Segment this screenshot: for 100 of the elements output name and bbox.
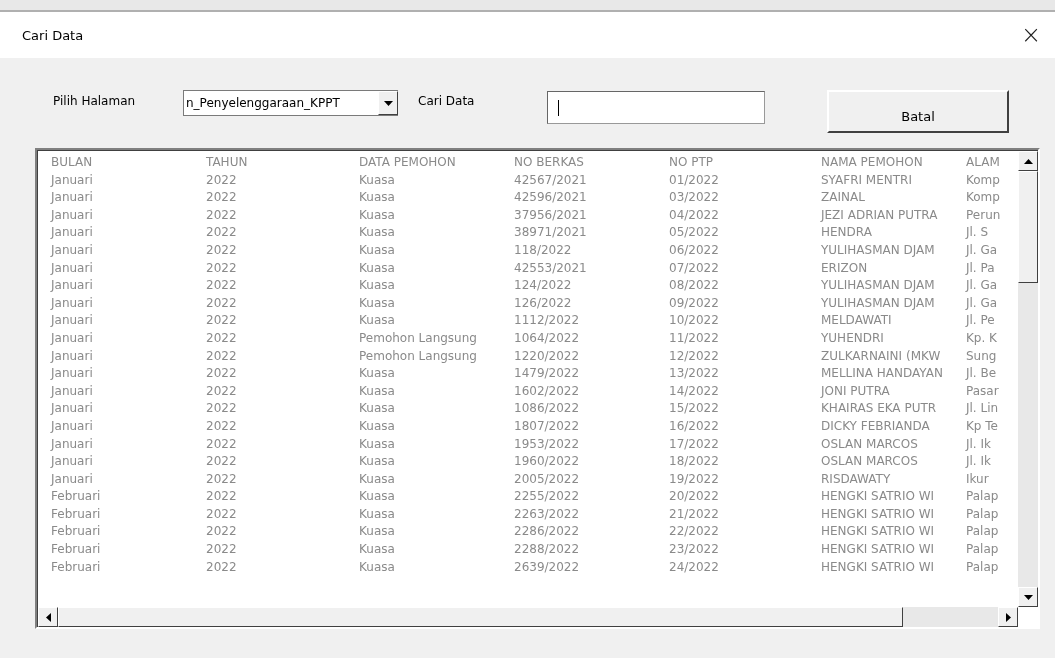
table-cell-text: 2022 xyxy=(206,206,238,224)
window-title: Cari Data xyxy=(22,27,84,43)
table-cell-text: JONI PUTRA xyxy=(821,382,891,400)
table-cell-text: Pemohon Langsung xyxy=(359,347,478,365)
table-cell-text: 118/2022 xyxy=(514,241,573,259)
table-cell-text: YUHENDRI xyxy=(821,329,885,347)
table-cell-text: 2022 xyxy=(206,453,238,471)
table-cell-text: 2639/2022 xyxy=(514,558,581,576)
scroll-down-icon xyxy=(1023,594,1033,600)
table-cell-text: 2022 xyxy=(206,365,238,383)
table-cell-text: 2022 xyxy=(206,400,238,418)
table-cell-text: Januari xyxy=(51,400,94,418)
table-cell-text: Palap xyxy=(966,541,1000,559)
table-cell-text: Februari xyxy=(51,558,102,576)
table-cell-text: ERIZON xyxy=(821,259,869,277)
table-cell-text: Januari xyxy=(51,417,94,435)
table-cell-text: HENGKI SATRIO WI xyxy=(821,541,936,559)
table-cell-text: Januari xyxy=(51,294,94,312)
table-cell-text: Kuasa xyxy=(359,312,396,330)
table-cell-text: Jl. Lin xyxy=(966,400,1000,418)
table-cell-text: Januari xyxy=(51,453,94,471)
page-dropdown[interactable]: n_Penyelenggaraan_KPPT xyxy=(183,90,398,116)
table-cell-text: 2022 xyxy=(206,241,238,259)
table-cell-text: 06/2022 xyxy=(669,241,720,259)
table-cell-text: 2022 xyxy=(206,329,238,347)
table-cell-text: Ikur xyxy=(966,470,990,488)
table-cell-text: Februari xyxy=(51,541,102,559)
table-cell-text: 24/2022 xyxy=(669,558,720,576)
table-cell-text: Februari xyxy=(51,488,102,506)
table-cell-text: 1960/2022 xyxy=(514,453,581,471)
table-cell-text: 19/2022 xyxy=(669,470,720,488)
table-cell-text: 01/2022 xyxy=(669,171,720,189)
table-cell-text: Pasar xyxy=(966,382,1000,400)
table-cell-text: YULIHASMAN DJAM xyxy=(821,241,936,259)
table-cell-text: Jl. Ik xyxy=(966,453,992,471)
column-header: NO BERKAS xyxy=(514,154,585,171)
scroll-thumb[interactable] xyxy=(1018,171,1038,283)
cancel-button[interactable]: Batal xyxy=(827,90,1009,133)
table-cell-text: 2022 xyxy=(206,171,238,189)
table-cell-text: HENGKI SATRIO WI xyxy=(821,523,936,541)
table-cell-text: 2022 xyxy=(206,259,238,277)
table-cell-text: 2022 xyxy=(206,523,238,541)
table-cell-text: JEZI ADRIAN PUTRA xyxy=(821,206,939,224)
table-cell-text: HENGKI SATRIO WI xyxy=(821,488,936,506)
table-cell-text: 10/2022 xyxy=(669,312,720,330)
page-label: Pilih Halaman xyxy=(53,94,137,108)
table-cell-text: 2022 xyxy=(206,505,238,523)
table-cell-text: 16/2022 xyxy=(669,417,720,435)
vertical-scrollbar[interactable] xyxy=(1018,151,1038,607)
table-cell-text: Kuasa xyxy=(359,558,396,576)
table-cell-text: 11/2022 xyxy=(669,329,720,347)
column-header: NAMA PEMOHON xyxy=(821,154,924,171)
table-cell-text: Kuasa xyxy=(359,470,396,488)
table-cell-text: 09/2022 xyxy=(669,294,720,312)
table-cell-text: ZULKARNAINI (MKW xyxy=(821,347,942,365)
table-cell-text: 2022 xyxy=(206,312,238,330)
table-cell-text: Januari xyxy=(51,347,94,365)
table-cell-text: Januari xyxy=(51,189,94,207)
table-cell-text: 42596/2021 xyxy=(514,189,588,207)
scroll-left-icon xyxy=(45,612,51,622)
table-cell-text: Januari xyxy=(51,277,94,295)
table-cell-text: 2022 xyxy=(206,435,238,453)
table-cell-text: Sung xyxy=(966,347,998,365)
column-header: DATA PEMOHON xyxy=(359,154,457,171)
table-cell-text: 04/2022 xyxy=(669,206,720,224)
table-cell-text: Kuasa xyxy=(359,171,396,189)
table-cell-text: HENGKI SATRIO WI xyxy=(821,558,936,576)
scroll-up-icon xyxy=(1023,158,1033,164)
table-cell-text: 2255/2022 xyxy=(514,488,581,506)
search-field[interactable] xyxy=(547,91,765,124)
table-cell-text: 17/2022 xyxy=(669,435,720,453)
table-cell-text: Januari xyxy=(51,171,94,189)
table-cell-text: 1953/2022 xyxy=(514,435,581,453)
table-cell-text: Kuasa xyxy=(359,417,396,435)
table-cell-text: Jl. Ga xyxy=(966,277,999,295)
table-cell-text: 23/2022 xyxy=(669,541,720,559)
table-cell-text: YULIHASMAN DJAM xyxy=(821,277,936,295)
table-cell-text: Januari xyxy=(51,259,94,277)
table-cell-text: Kuasa xyxy=(359,294,396,312)
table-cell-text: HENGKI SATRIO WI xyxy=(821,505,936,523)
close-button[interactable]: × xyxy=(1016,21,1045,49)
table-cell-text: Kuasa xyxy=(359,189,396,207)
table-cell-text: Jl. S xyxy=(966,224,990,242)
table-cell-text: Perun xyxy=(966,206,1002,224)
table-cell-text: HENDRA xyxy=(821,224,873,242)
column-header: BULAN xyxy=(51,154,94,171)
table-cell-text: Januari xyxy=(51,435,94,453)
table-cell-text: 1220/2022 xyxy=(514,347,581,365)
table-cell-text: Kuasa xyxy=(359,505,396,523)
table-cell-text: Kuasa xyxy=(359,400,396,418)
table-cell-text: DICKY FEBRIANDA xyxy=(821,417,931,435)
table-cell-text: Jl. Be xyxy=(966,365,998,383)
table-cell-text: 38971/2021 xyxy=(514,224,588,242)
table-cell-text: 42567/2021 xyxy=(514,171,588,189)
table-cell-text: 15/2022 xyxy=(669,400,720,418)
table-cell-text: 2286/2022 xyxy=(514,523,581,541)
table-cell-text: 126/2022 xyxy=(514,294,573,312)
scroll-right-icon xyxy=(1005,612,1011,622)
table-cell-text: Februari xyxy=(51,505,102,523)
search-label: Cari Data xyxy=(418,94,476,108)
